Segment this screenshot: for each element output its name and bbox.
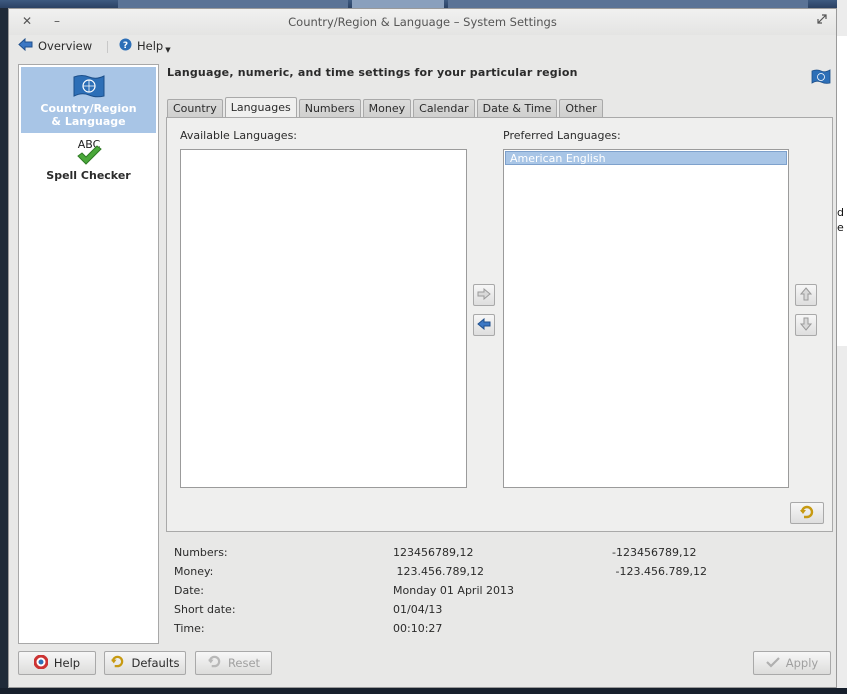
back-arrow-icon	[18, 37, 33, 54]
move-up-button[interactable]	[795, 284, 817, 306]
un-flag-small-icon	[811, 69, 831, 88]
dropdown-arrow-icon: ▼	[165, 46, 171, 54]
page-description: Language, numeric, and time settings for…	[167, 66, 578, 79]
numbers-negative-value: -123456789,12	[612, 546, 697, 559]
money-negative-value: -123.456.789,12	[612, 565, 707, 578]
sidebar-item-country-region-language[interactable]: Country/Region & Language	[21, 67, 156, 133]
settings-tab-bar: Country Languages Numbers Money Calendar…	[167, 97, 603, 118]
tab-country[interactable]: Country	[167, 99, 223, 118]
window-title: Country/Region & Language – System Setti…	[288, 15, 557, 29]
arrow-left-icon	[477, 317, 491, 333]
arrow-up-icon	[799, 286, 813, 304]
tab-money[interactable]: Money	[362, 99, 412, 118]
toolbar-separator	[107, 41, 108, 53]
toolbar: Overview ? Help ▼	[9, 35, 836, 57]
sidebar-item-spell-checker[interactable]: ABC Spell Checker	[21, 137, 156, 187]
help-menu-label: Help	[137, 39, 164, 53]
tab-other[interactable]: Other	[559, 99, 603, 118]
available-languages-list[interactable]	[180, 149, 467, 488]
sidebar-item-label: Country/Region & Language	[40, 102, 137, 128]
numbers-value: 123456789,12	[393, 546, 474, 559]
remove-language-button[interactable]	[473, 314, 495, 336]
money-label: Money:	[174, 565, 214, 578]
desktop-bottom-strip	[0, 688, 847, 694]
arrow-right-icon	[477, 287, 491, 303]
defaults-button-label: Defaults	[131, 656, 180, 670]
list-item[interactable]: American English	[505, 151, 787, 165]
reset-button-label: Reset	[227, 656, 261, 670]
tab-date-time[interactable]: Date & Time	[476, 99, 558, 118]
money-value: 123.456.789,12	[393, 565, 484, 578]
apply-button-label: Apply	[785, 656, 819, 670]
tab-numbers[interactable]: Numbers	[298, 99, 361, 118]
background-text-fragment: d	[837, 206, 844, 219]
title-bar[interactable]: ✕ – Country/Region & Language – System S…	[9, 9, 836, 35]
short-date-value: 01/04/13	[393, 603, 443, 616]
sidebar-item-label: Spell Checker	[46, 169, 131, 182]
reset-button[interactable]: Reset	[195, 651, 272, 675]
add-language-button[interactable]	[473, 284, 495, 306]
languages-panel: Available Languages: Preferred Languages…	[166, 117, 833, 532]
undo-icon	[799, 505, 815, 522]
svg-text:?: ?	[123, 41, 128, 51]
spellcheck-icon: ABC	[21, 137, 156, 169]
background-window-edge: d e	[837, 36, 847, 346]
defaults-button[interactable]: Defaults	[104, 651, 186, 675]
date-label: Date:	[174, 584, 204, 597]
help-button[interactable]: Help	[18, 651, 96, 675]
available-languages-label: Available Languages:	[180, 129, 298, 142]
arrow-down-icon	[799, 317, 813, 334]
reset-icon	[207, 655, 222, 671]
module-sidebar: Country/Region & Language ABC Spell Chec…	[18, 64, 159, 644]
tab-calendar[interactable]: Calendar	[413, 99, 475, 118]
help-button-label: Help	[53, 656, 81, 670]
tab-languages[interactable]: Languages	[224, 97, 297, 118]
reset-languages-button[interactable]	[790, 502, 824, 524]
numbers-label: Numbers:	[174, 546, 228, 559]
checkmark-icon	[765, 656, 780, 671]
time-value: 00:10:27	[393, 622, 443, 635]
apply-button[interactable]: Apply	[753, 651, 831, 675]
preferred-languages-list[interactable]: American English	[503, 149, 789, 488]
overview-button[interactable]: Overview	[18, 37, 92, 55]
short-date-label: Short date:	[174, 603, 236, 616]
overview-label: Overview	[38, 39, 93, 53]
help-menu-button[interactable]: ? Help ▼	[119, 37, 171, 55]
move-down-button[interactable]	[795, 314, 817, 336]
date-value: Monday 01 April 2013	[393, 584, 515, 597]
preferred-languages-label: Preferred Languages:	[503, 129, 621, 142]
background-text-fragment: e	[837, 221, 844, 234]
time-label: Time:	[174, 622, 205, 635]
undo-icon	[110, 655, 125, 671]
help-icon: ?	[119, 38, 132, 54]
maximize-window-icon[interactable]	[814, 13, 830, 29]
help-lifebuoy-icon	[33, 654, 49, 672]
system-settings-window: ✕ – Country/Region & Language – System S…	[8, 8, 837, 688]
un-flag-icon	[21, 67, 156, 102]
desktop-taskbar-strip	[0, 0, 847, 8]
